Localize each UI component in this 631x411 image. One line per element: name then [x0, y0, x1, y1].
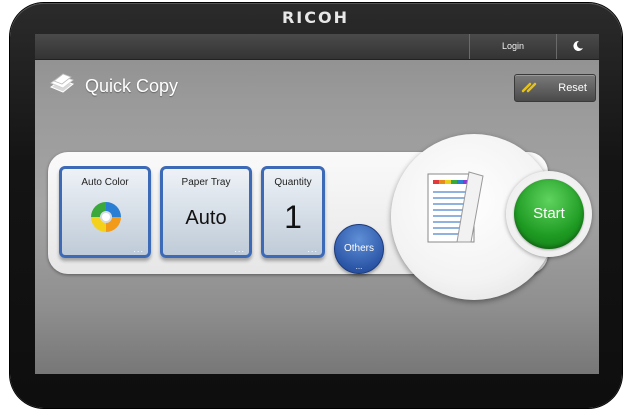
- start-button-ring: Start: [506, 171, 592, 257]
- energy-saver-button[interactable]: [556, 34, 599, 59]
- top-bar: Login: [35, 34, 599, 60]
- reset-button[interactable]: Reset: [514, 74, 596, 102]
- reset-arrows-icon: [515, 81, 537, 96]
- more-indicator: ...: [133, 245, 144, 254]
- start-button[interactable]: Start: [514, 179, 584, 249]
- page-title-text: Quick Copy: [85, 75, 179, 96]
- moon-icon: [572, 37, 584, 56]
- copy-pages-icon: [49, 72, 75, 100]
- auto-color-swirl-icon: [88, 199, 124, 239]
- reset-label: Reset: [558, 82, 587, 94]
- quantity-value: 1: [284, 199, 302, 235]
- page-title: Quick Copy: [49, 72, 178, 100]
- quantity-label: Quantity: [274, 177, 312, 188]
- others-button[interactable]: Others ...: [334, 224, 384, 274]
- brand-logo: RICOH: [281, 8, 349, 27]
- quantity-tile[interactable]: Quantity 1 ...: [261, 166, 325, 258]
- paper-tray-tile[interactable]: Paper Tray Auto ...: [160, 166, 252, 258]
- touch-screen: Login Quick Copy Reset Auto Color ... Pa…: [35, 34, 599, 374]
- paper-tray-label: Paper Tray: [181, 177, 231, 188]
- paper-tray-value: Auto: [185, 207, 227, 229]
- others-label: Others: [343, 243, 374, 254]
- color-mode-label: Auto Color: [81, 177, 129, 188]
- login-button[interactable]: Login: [469, 34, 557, 59]
- more-indicator: ...: [234, 245, 245, 254]
- color-mode-tile[interactable]: Auto Color ...: [59, 166, 151, 258]
- more-indicator: ...: [355, 262, 363, 271]
- document-preview-icon: [425, 168, 487, 252]
- more-indicator: ...: [307, 245, 318, 254]
